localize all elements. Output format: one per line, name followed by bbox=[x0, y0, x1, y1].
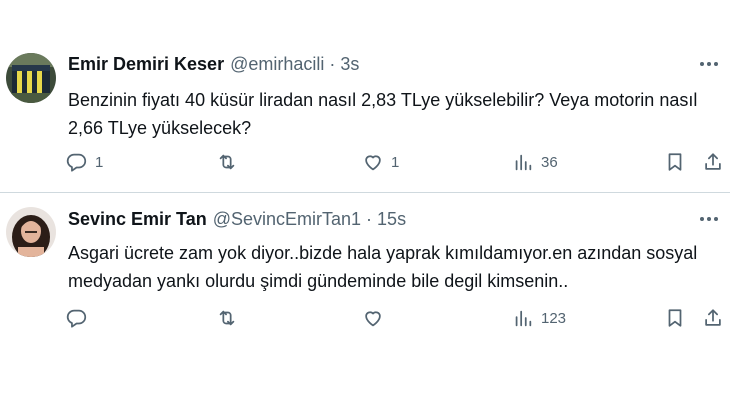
author-name[interactable]: Sevinc Emir Tan bbox=[68, 209, 207, 230]
bookmark-button[interactable] bbox=[664, 147, 686, 177]
timestamp[interactable]: 15s bbox=[377, 209, 406, 230]
reply-button[interactable]: 1 bbox=[66, 147, 103, 177]
retweet-button[interactable] bbox=[216, 303, 245, 333]
like-button[interactable]: 1 bbox=[362, 147, 399, 177]
avatar[interactable] bbox=[6, 53, 56, 103]
bookmark-icon bbox=[668, 309, 682, 327]
reply-icon bbox=[66, 153, 87, 172]
heart-icon bbox=[365, 155, 381, 171]
tweet-actions: 123 bbox=[60, 303, 730, 333]
tweet-header: Sevinc Emir Tan @SevincEmirTan1 · 15s bbox=[68, 209, 406, 230]
author-name[interactable]: Emir Demiri Keser bbox=[68, 54, 224, 75]
more-icon[interactable] bbox=[696, 54, 722, 74]
retweet-icon bbox=[219, 154, 235, 170]
tweet[interactable]: Emir Demiri Keser @emirhacili · 3s Benzi… bbox=[0, 40, 730, 190]
reply-button[interactable] bbox=[66, 303, 95, 333]
avatar-image bbox=[6, 53, 56, 103]
views-icon bbox=[515, 154, 532, 171]
tweet-text: Asgari ücrete zam yok diyor..bizde hala … bbox=[68, 243, 698, 291]
share-button[interactable] bbox=[702, 303, 724, 333]
heart-icon bbox=[365, 311, 381, 327]
tweet[interactable]: Sevinc Emir Tan @SevincEmirTan1 · 15s As… bbox=[0, 195, 730, 340]
reply-count: 1 bbox=[95, 153, 104, 171]
reply-icon bbox=[66, 309, 87, 328]
like-button[interactable] bbox=[362, 303, 391, 333]
bookmark-icon bbox=[668, 153, 682, 171]
avatar-image bbox=[6, 207, 56, 257]
share-icon bbox=[705, 309, 721, 326]
avatar[interactable] bbox=[6, 207, 56, 257]
tweet-actions: 1 1 36 bbox=[60, 147, 730, 177]
separator: · bbox=[329, 54, 336, 74]
tweet-header: Emir Demiri Keser @emirhacili · 3s bbox=[68, 54, 359, 75]
timestamp[interactable]: 3s bbox=[340, 54, 359, 75]
retweet-button[interactable] bbox=[216, 147, 245, 177]
timeline-feed: Emir Demiri Keser @emirhacili · 3s Benzi… bbox=[0, 0, 730, 420]
views-button[interactable]: 123 bbox=[512, 303, 566, 333]
view-count: 123 bbox=[541, 309, 567, 327]
views-icon bbox=[515, 310, 532, 327]
retweet-icon bbox=[219, 310, 235, 326]
tweet-text: Benzinin fiyatı 40 küsür liradan nasıl 2… bbox=[68, 90, 698, 138]
bookmark-button[interactable] bbox=[664, 303, 686, 333]
author-handle[interactable]: @SevincEmirTan1 bbox=[213, 209, 361, 230]
like-count: 1 bbox=[391, 153, 400, 171]
views-button[interactable]: 36 bbox=[512, 147, 558, 177]
separator: · bbox=[366, 209, 373, 229]
share-button[interactable] bbox=[702, 147, 724, 177]
view-count: 36 bbox=[541, 153, 558, 171]
more-icon[interactable] bbox=[696, 209, 722, 229]
divider bbox=[0, 192, 730, 193]
share-icon bbox=[705, 153, 721, 170]
author-handle[interactable]: @emirhacili bbox=[230, 54, 324, 75]
